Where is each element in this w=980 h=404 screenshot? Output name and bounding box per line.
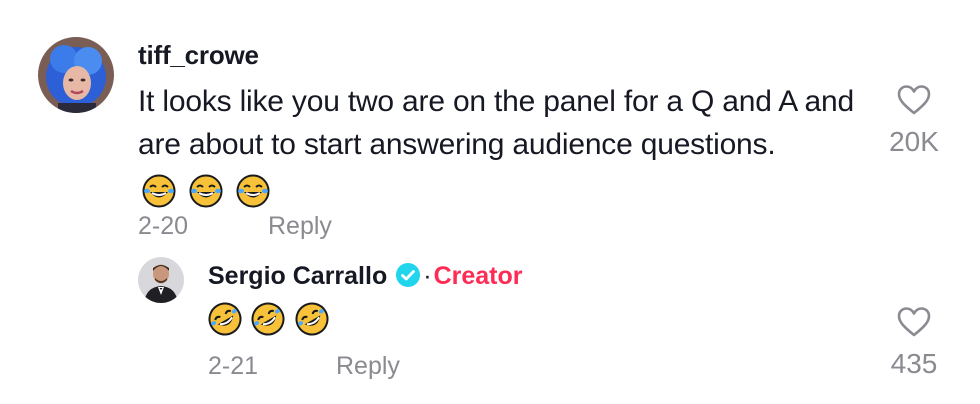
rolling-on-floor-laughing-icon xyxy=(251,302,285,336)
creator-badge: Creator xyxy=(433,262,523,290)
face-with-tears-of-joy-icon xyxy=(236,174,270,208)
rolling-on-floor-laughing-icon xyxy=(295,302,329,336)
reply-author-avatar[interactable] xyxy=(138,257,184,303)
face-with-tears-of-joy-icon xyxy=(189,174,223,208)
like-count: 435 xyxy=(890,348,938,379)
comment-text: It looks like you two are on the panel f… xyxy=(138,85,854,161)
reply-emojis xyxy=(208,302,334,336)
comment-body: It looks like you two are on the panel f… xyxy=(138,80,858,211)
avatar-image xyxy=(138,257,184,303)
reply-to-reply-button[interactable]: Reply xyxy=(336,352,400,381)
commenter-avatar[interactable] xyxy=(38,37,114,113)
face-with-tears-of-joy-icon xyxy=(142,174,176,208)
separator-dot: · xyxy=(423,262,432,290)
reply-like: 435 xyxy=(874,304,954,380)
reply-date: 2-21 xyxy=(208,352,259,380)
avatar-image xyxy=(38,37,114,113)
comment-like: 20K xyxy=(874,82,954,158)
verified-badge-icon xyxy=(396,263,421,287)
commenter-username[interactable]: tiff_crowe xyxy=(138,40,259,71)
comment-date: 2-20 xyxy=(138,212,189,240)
reply-username[interactable]: Sergio Carrallo xyxy=(208,262,387,290)
comment-emojis xyxy=(142,168,275,211)
reply-header: Sergio Carrallo ·Creator xyxy=(208,262,522,291)
reply-button[interactable]: Reply xyxy=(268,212,332,241)
heart-outline-icon[interactable] xyxy=(896,82,932,118)
rolling-on-floor-laughing-icon xyxy=(208,302,242,336)
heart-outline-icon[interactable] xyxy=(896,304,932,340)
like-count: 20K xyxy=(889,126,939,157)
